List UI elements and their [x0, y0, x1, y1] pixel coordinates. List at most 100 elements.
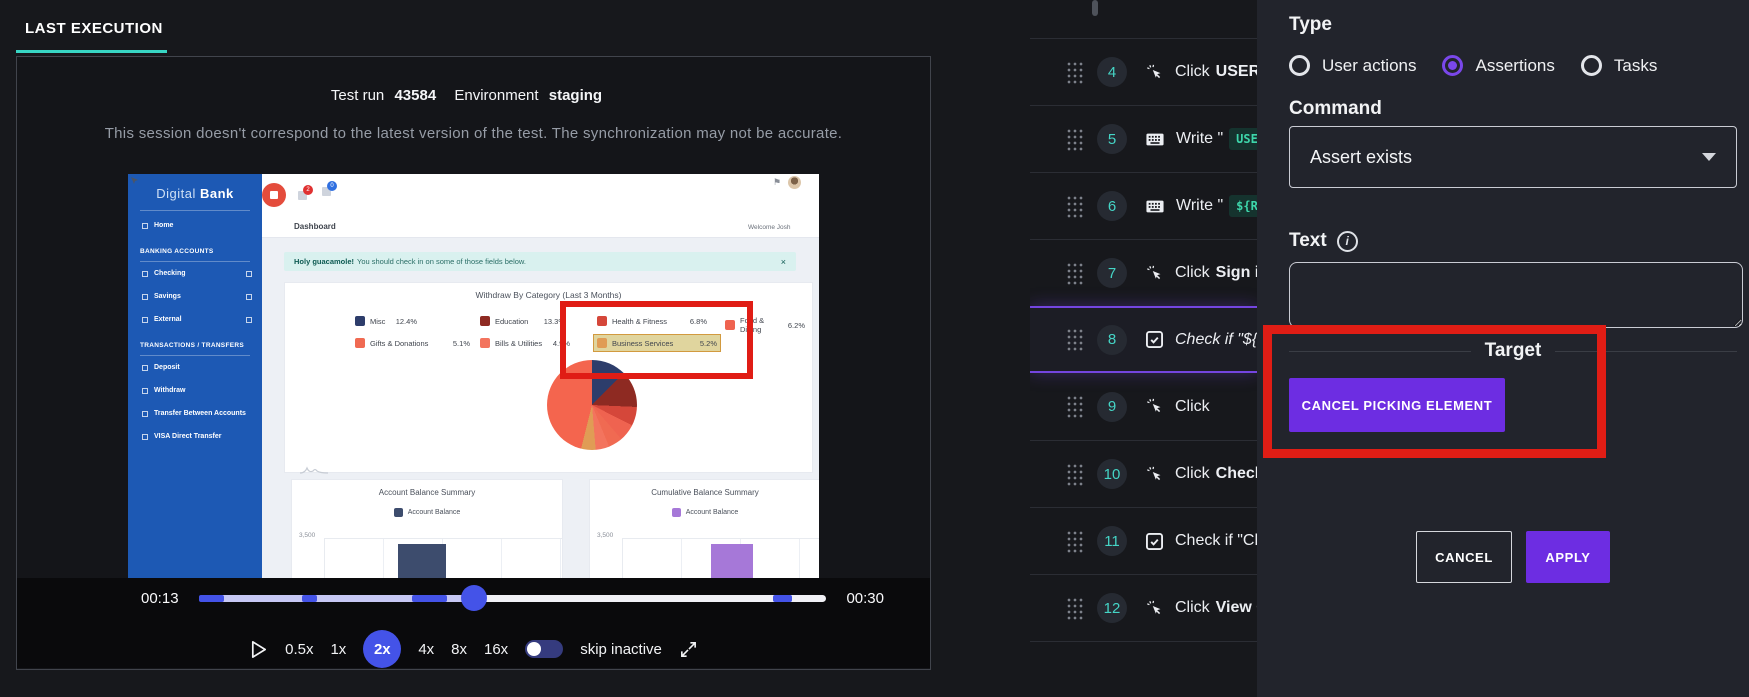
legend-swatch: [480, 316, 490, 326]
drag-handle-icon[interactable]: [1066, 127, 1083, 151]
text-section-header: Text i: [1289, 230, 1358, 252]
app-alert-banner: Holy guacamole! You should check in on s…: [284, 252, 796, 271]
bar-cumulative-balance: [711, 544, 753, 578]
test-run-value: 43584: [394, 87, 437, 104]
video-player-bar: 00:13 00:30 0.5x 1x 2x 4x 8x 16x skip in…: [17, 578, 930, 668]
execution-panel: Test run 43584 Environment staging This …: [16, 56, 931, 670]
sidebar-item-withdraw: Withdraw: [142, 387, 185, 394]
step-number-badge: 6: [1097, 191, 1127, 221]
step-row[interactable]: 11 Check if "Ch: [1030, 507, 1257, 574]
command-select[interactable]: Assert exists: [1289, 126, 1737, 188]
card-title: Account Balance Summary: [378, 488, 476, 497]
step-label: Write " ${RE: [1176, 195, 1257, 217]
sidebar-item-transfer: Transfer Between Accounts: [142, 410, 246, 417]
app-page-title: Dashboard: [294, 222, 336, 231]
drag-handle-icon[interactable]: [1066, 261, 1083, 285]
step-row-selected[interactable]: 8 Check if "${L: [1030, 306, 1257, 373]
notification-icon: 2: [298, 185, 313, 200]
speed-16x[interactable]: 16x: [484, 641, 508, 658]
drag-handle-icon[interactable]: [1066, 395, 1083, 418]
speed-2x[interactable]: 2x: [363, 630, 402, 668]
radio-label[interactable]: User actions: [1322, 56, 1416, 76]
radio-tasks[interactable]: [1580, 55, 1602, 76]
assert-check-icon: [1146, 331, 1163, 348]
step-number-badge: 12: [1097, 593, 1127, 623]
card-legend: Account Balance: [292, 508, 562, 517]
chart-title: Withdraw By Category (Last 3 Months): [475, 290, 622, 300]
play-icon[interactable]: [249, 639, 268, 660]
sidebar-item-home: Home: [142, 222, 173, 229]
card-legend: Account Balance: [590, 508, 819, 517]
drag-handle-icon[interactable]: [1066, 60, 1083, 84]
step-number-badge: 8: [1097, 324, 1127, 355]
cancel-button[interactable]: CANCEL: [1416, 531, 1512, 583]
skip-inactive-label: skip inactive: [580, 640, 662, 658]
sidebar-item-savings: Savings: [142, 293, 252, 300]
drag-handle-icon[interactable]: [1066, 194, 1083, 218]
environment-value: staging: [548, 87, 603, 104]
radio-label[interactable]: Assertions: [1475, 56, 1554, 76]
assertion-text-input[interactable]: [1289, 262, 1743, 328]
text-section-title: Text: [1289, 230, 1327, 251]
steps-scrollbar-thumb[interactable]: [1092, 0, 1098, 16]
speed-1x[interactable]: 1x: [330, 641, 346, 658]
message-badge: 0: [327, 181, 337, 191]
app-brand: Digital Bank: [156, 186, 234, 201]
step-row[interactable]: 7 Click Sign in: [1030, 239, 1257, 306]
timeline-row: 00:13 00:30: [17, 585, 930, 611]
fullscreen-icon[interactable]: [679, 640, 698, 659]
step-row[interactable]: 5 Write " USEI: [1030, 105, 1257, 172]
drag-handle-icon[interactable]: [1066, 529, 1083, 553]
speed-8x[interactable]: 8x: [451, 641, 467, 658]
speed-4x[interactable]: 4x: [418, 641, 434, 658]
drag-handle-icon[interactable]: [1066, 596, 1083, 620]
assert-check-icon: [1146, 532, 1163, 550]
keyboard-icon: [1146, 200, 1164, 213]
step-row[interactable]: 6 Write " ${RE: [1030, 172, 1257, 239]
step-number-badge: 9: [1097, 391, 1127, 422]
player-controls: 0.5x 1x 2x 4x 8x 16x skip inactive: [17, 630, 930, 668]
drag-handle-icon[interactable]: [1066, 462, 1083, 486]
current-time: 00:13: [141, 590, 179, 607]
test-steps-list: 4 Click USERN 5 Write " USEI 6 Write " $…: [1030, 38, 1257, 678]
timeline-scrubber[interactable]: [198, 585, 827, 611]
sidebar-item-external: External: [142, 316, 252, 323]
record-indicator-icon: [262, 183, 286, 207]
timeline-marker: [198, 595, 224, 602]
step-label: Click View C: [1175, 599, 1257, 616]
radio-user-actions[interactable]: [1289, 55, 1310, 76]
card-title: Cumulative Balance Summary: [651, 488, 759, 497]
annotation-rectangle-target: [1263, 325, 1606, 458]
step-row[interactable]: 4 Click USERN: [1030, 38, 1257, 105]
sidebar-section-transactions: TRANSACTIONS / TRANSFERS: [140, 342, 244, 349]
step-row[interactable]: 12 Click View C: [1030, 574, 1257, 641]
timeline-handle[interactable]: [460, 585, 487, 611]
annotation-rectangle-video: [560, 301, 753, 379]
legend-swatch: [355, 316, 365, 326]
legend-swatch: [393, 508, 403, 517]
drag-handle-icon[interactable]: [1066, 328, 1083, 351]
account-balance-card: Account Balance Summary Account Balance …: [291, 479, 563, 578]
step-row[interactable]: 10 Click Check: [1030, 440, 1257, 507]
axis-label: 3,500: [299, 532, 316, 539]
step-number-badge: 5: [1097, 124, 1127, 154]
radio-assertions[interactable]: [1442, 55, 1464, 76]
flag-icon: ⚑: [773, 177, 782, 187]
radio-label[interactable]: Tasks: [1614, 56, 1657, 76]
cursor-icon: [131, 177, 138, 184]
last-execution-tab[interactable]: LAST EXECUTION: [25, 20, 163, 37]
legend-swatch: [671, 508, 681, 517]
speed-0-5x[interactable]: 0.5x: [285, 641, 313, 658]
timeline-marker: [773, 595, 792, 602]
cumulative-balance-card: Cumulative Balance Summary Account Balan…: [589, 479, 819, 578]
step-label: Check if "Ch: [1175, 532, 1257, 549]
step-row[interactable]: 9 Click: [1030, 373, 1257, 440]
info-icon[interactable]: i: [1336, 230, 1358, 252]
apply-button[interactable]: APPLY: [1526, 531, 1610, 583]
legend-item: Bills & Utilities 4.9%: [480, 338, 570, 348]
type-radio-group: User actions Assertions Tasks: [1289, 55, 1671, 76]
step-label: Click USERN: [1175, 63, 1257, 80]
chevron-down-icon: [1702, 153, 1716, 161]
skip-inactive-toggle[interactable]: [525, 640, 564, 658]
sidebar-section-banking: BANKING ACCOUNTS: [140, 248, 214, 255]
